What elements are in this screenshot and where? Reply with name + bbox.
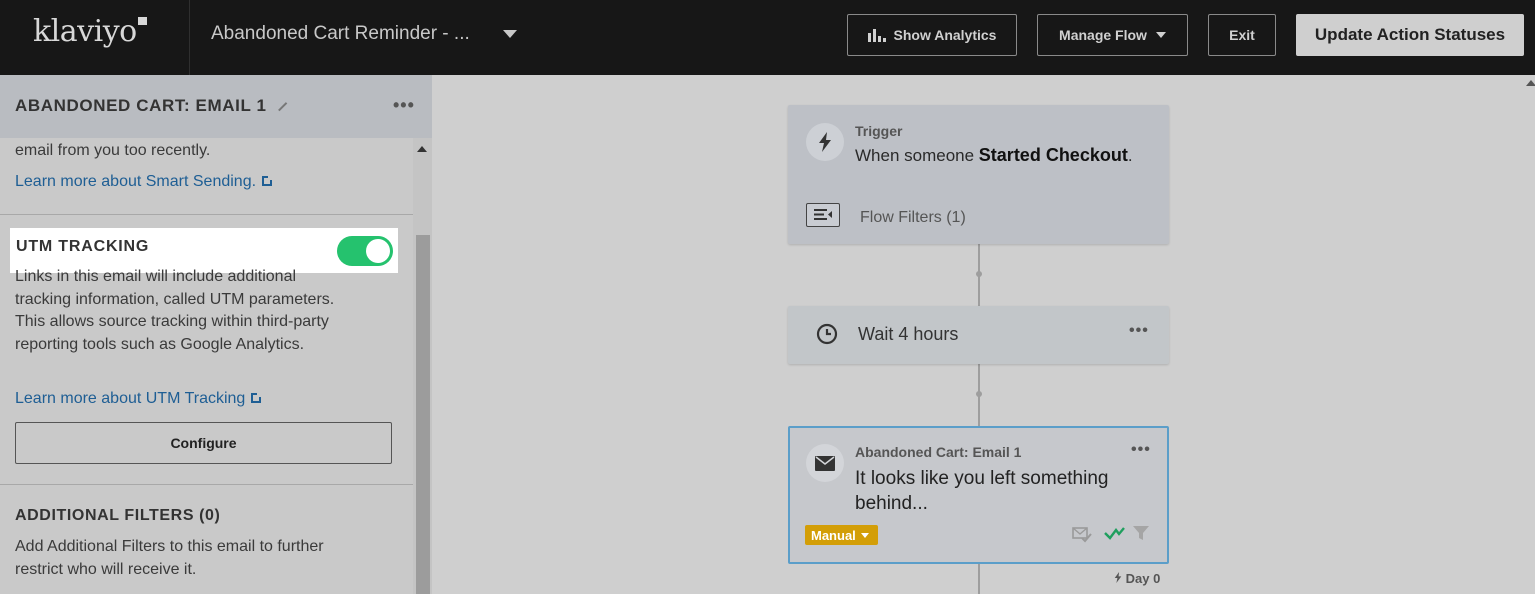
status-badge[interactable]: Manual bbox=[805, 525, 878, 545]
pencil-icon[interactable] bbox=[271, 95, 287, 112]
flow-filters-icon bbox=[806, 203, 840, 227]
scroll-up-arrow-icon[interactable] bbox=[417, 146, 427, 152]
more-options-icon[interactable]: ••• bbox=[1131, 441, 1151, 459]
email-subject: It looks like you left something behind.… bbox=[855, 468, 1109, 514]
caret-down-icon bbox=[860, 532, 869, 538]
trigger-label: Trigger bbox=[855, 123, 903, 139]
smart-sending-check-icon bbox=[1072, 525, 1092, 543]
utm-tracking-toggle[interactable] bbox=[337, 236, 393, 266]
show-analytics-button[interactable]: Show Analytics bbox=[847, 14, 1017, 56]
utm-tracking-title: UTM TRACKING bbox=[16, 238, 150, 255]
wait-text: Wait 4 hours bbox=[858, 324, 959, 344]
caret-down-icon bbox=[1155, 32, 1166, 38]
sidebar-header: ABANDONED CART: EMAIL 1 ••• bbox=[0, 75, 432, 138]
connector-dot[interactable] bbox=[976, 391, 982, 397]
external-link-icon bbox=[262, 175, 274, 186]
utm-tracking-link[interactable]: Learn more about UTM Tracking bbox=[15, 390, 263, 408]
configure-button[interactable]: Configure bbox=[15, 422, 392, 464]
sidebar-title: ABANDONED CART: EMAIL 1 bbox=[15, 95, 287, 116]
smart-sending-text: email from you too recently. bbox=[15, 142, 211, 159]
flow-title[interactable]: Abandoned Cart Reminder - ... bbox=[211, 23, 470, 45]
scroll-up-arrow-icon[interactable] bbox=[1526, 80, 1535, 86]
wait-card[interactable] bbox=[788, 306, 1169, 364]
filter-funnel-icon bbox=[1133, 525, 1149, 541]
update-action-statuses-button[interactable]: Update Action Statuses bbox=[1296, 14, 1524, 56]
top-bar: klaviyo Abandoned Cart Reminder - ... Sh… bbox=[0, 0, 1535, 75]
day-label: Day 0 bbox=[1114, 571, 1160, 586]
more-options-icon[interactable]: ••• bbox=[393, 95, 415, 116]
additional-filters-text: Add Additional Filters to this email to … bbox=[15, 538, 324, 578]
logo-flag-icon bbox=[137, 17, 147, 25]
manage-flow-label: Manage Flow bbox=[1059, 27, 1147, 43]
show-analytics-label: Show Analytics bbox=[893, 27, 997, 43]
exit-button[interactable]: Exit bbox=[1208, 14, 1276, 56]
more-options-icon[interactable]: ••• bbox=[1129, 322, 1149, 340]
scrollbar-thumb[interactable] bbox=[416, 235, 430, 594]
clock-icon bbox=[816, 323, 838, 345]
section-divider bbox=[0, 484, 413, 485]
external-link-icon bbox=[251, 392, 263, 403]
trigger-text: When someone Started Checkout. bbox=[855, 145, 1133, 165]
chevron-down-icon[interactable] bbox=[503, 30, 517, 38]
lightning-icon bbox=[806, 123, 844, 161]
lightning-icon bbox=[1114, 572, 1122, 583]
klaviyo-logo[interactable]: klaviyo bbox=[33, 14, 147, 49]
divider bbox=[189, 0, 190, 75]
connector-dot[interactable] bbox=[976, 271, 982, 277]
email-action-label: Abandoned Cart: Email 1 bbox=[855, 444, 1022, 460]
additional-filters-title[interactable]: ADDITIONAL FILTERS (0) bbox=[15, 507, 221, 525]
utm-tracking-icon bbox=[1104, 525, 1126, 541]
manage-flow-button[interactable]: Manage Flow bbox=[1037, 14, 1188, 56]
trigger-card[interactable] bbox=[788, 105, 1169, 244]
flow-filters-link[interactable]: Flow Filters (1) bbox=[860, 209, 966, 227]
section-divider bbox=[0, 214, 413, 215]
envelope-icon bbox=[806, 444, 844, 482]
smart-sending-link[interactable]: Learn more about Smart Sending. bbox=[15, 173, 274, 191]
bar-chart-icon bbox=[867, 28, 886, 42]
connector-line bbox=[978, 564, 980, 594]
toggle-knob bbox=[366, 239, 390, 263]
utm-description: Links in this email will include additio… bbox=[15, 268, 335, 353]
